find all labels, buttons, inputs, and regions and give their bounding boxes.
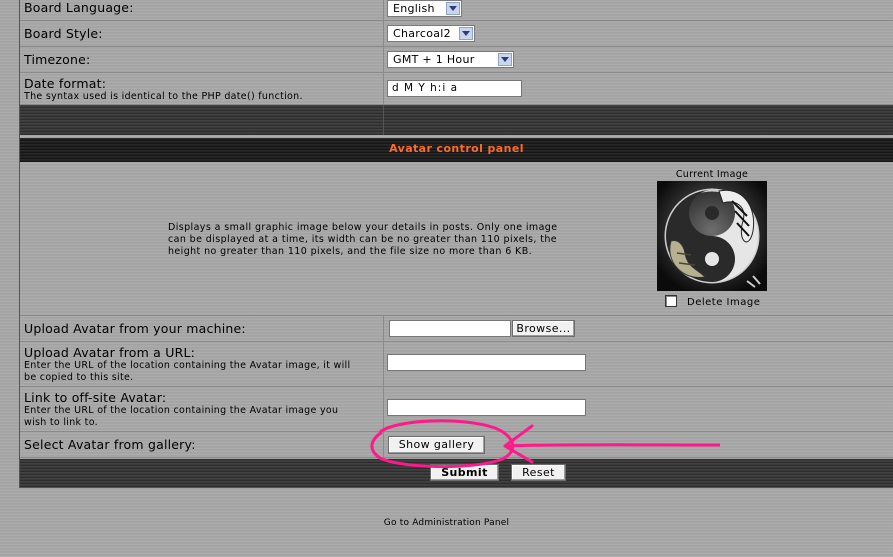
date-format-label: Date format:: [24, 76, 107, 91]
offsite-avatar-input[interactable]: [387, 399, 586, 416]
chevron-down-icon[interactable]: [459, 27, 473, 40]
board-style-label: Board Style:: [24, 26, 103, 41]
current-image-label: Current Image: [675, 169, 749, 180]
timezone-select[interactable]: GMT + 1 Hour: [387, 51, 514, 68]
date-format-help: The syntax used is identical to the PHP …: [24, 91, 303, 102]
delete-image-checkbox[interactable]: [665, 295, 677, 307]
board-language-value: English: [393, 2, 435, 15]
offsite-avatar-help-line: Enter the URL of the location containing…: [24, 405, 339, 416]
chevron-down-icon[interactable]: [446, 2, 460, 15]
chevron-down-icon[interactable]: [498, 53, 512, 66]
upload-url-help-line: Enter the URL of the location containing…: [24, 360, 351, 371]
delete-image-label: Delete Image: [687, 297, 761, 308]
board-style-value: Charcoal2: [393, 27, 451, 40]
board-style-select[interactable]: Charcoal2: [387, 25, 475, 42]
column-divider: [383, 105, 384, 135]
offsite-avatar-help: Enter the URL of the location containing…: [24, 405, 338, 429]
upload-file-input[interactable]: [389, 320, 511, 337]
upload-machine-label: Upload Avatar from your machine:: [24, 321, 246, 336]
browse-button[interactable]: Browse...: [512, 320, 575, 337]
date-format-input[interactable]: d M Y h:i a: [387, 80, 522, 97]
board-language-select[interactable]: English: [387, 0, 462, 17]
upload-url-label: Upload Avatar from a URL:: [24, 345, 196, 360]
timezone-value: GMT + 1 Hour: [393, 53, 475, 66]
upload-url-input[interactable]: [387, 354, 586, 371]
avatar-description-line: height no greater than 110 pixels, and t…: [168, 246, 533, 257]
board-language-label: Board Language:: [24, 0, 134, 15]
avatar-description: Displays a small graphic image below you…: [168, 222, 608, 258]
admin-panel-link[interactable]: Go to Administration Panel: [0, 518, 893, 528]
gallery-label: Select Avatar from gallery:: [24, 437, 196, 452]
timezone-label: Timezone:: [24, 52, 91, 67]
upload-url-help-line: be copied to this site.: [24, 372, 134, 383]
upload-url-help: Enter the URL of the location containing…: [24, 360, 350, 384]
submit-button[interactable]: Submit: [430, 464, 499, 481]
show-gallery-button[interactable]: Show gallery: [388, 436, 485, 454]
offsite-avatar-label: Link to off-site Avatar:: [24, 390, 167, 405]
section-spacer: [20, 105, 893, 135]
avatar-description-line: can be displayed at a time, its width ca…: [168, 234, 558, 245]
reset-button[interactable]: Reset: [511, 464, 566, 481]
offsite-avatar-help-line: wish to link to.: [24, 417, 98, 428]
avatar-panel-title: Avatar control panel: [389, 142, 524, 155]
avatar-description-line: Displays a small graphic image below you…: [168, 222, 558, 233]
avatar-image: [657, 181, 767, 291]
